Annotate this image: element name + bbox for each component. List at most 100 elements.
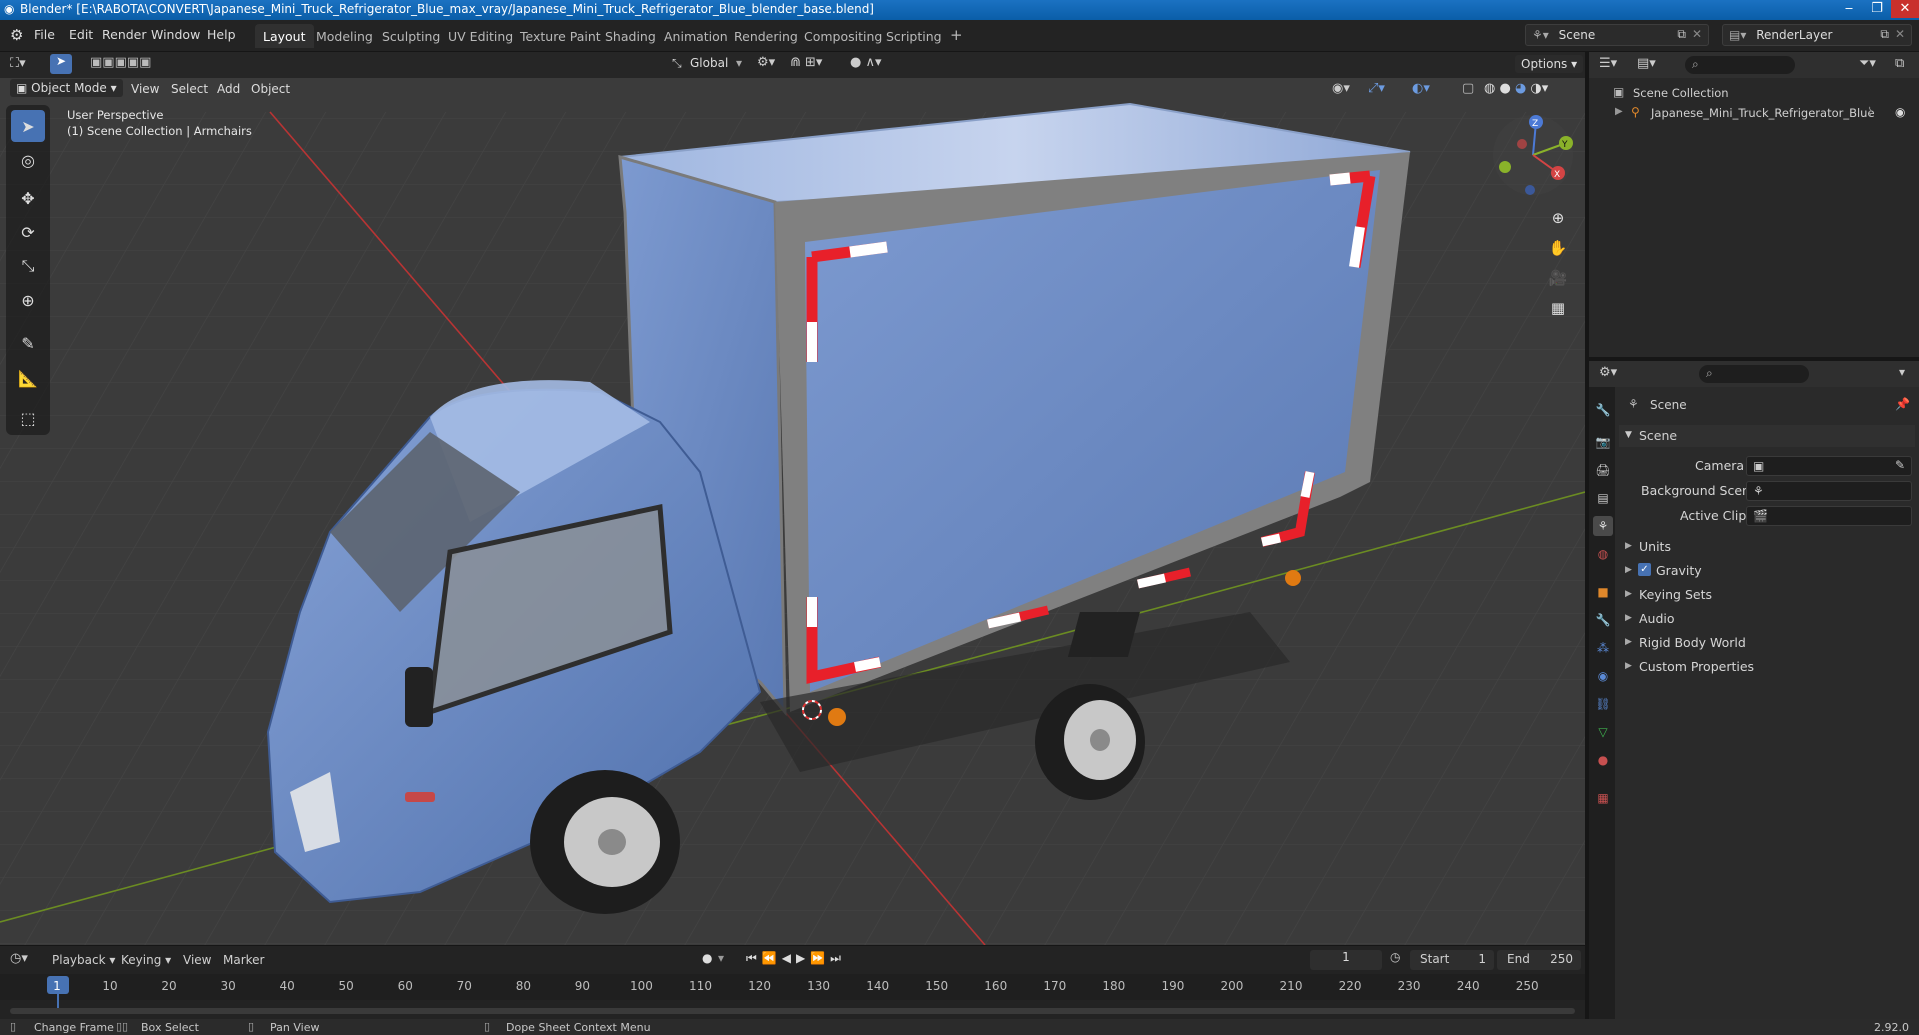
overlay-toggle-icon[interactable]: ◐▾ bbox=[1412, 81, 1430, 96]
close-button[interactable]: ✕ bbox=[1891, 0, 1919, 18]
outliner-scene-collection[interactable]: ▣ Scene Collection bbox=[1589, 84, 1919, 104]
scene-selector[interactable]: ⚘▾ Scene ⧉ ✕ bbox=[1525, 24, 1709, 46]
eye-icon[interactable]: ◉ bbox=[1895, 105, 1905, 119]
timeline-scrollbar[interactable] bbox=[10, 1008, 1575, 1014]
tab-modeling[interactable]: Modeling bbox=[308, 24, 381, 48]
properties-type-icon[interactable]: ⚙▾ bbox=[1599, 365, 1617, 380]
xray-icon[interactable]: ▢ bbox=[1462, 81, 1474, 96]
select-box-tool[interactable]: ➤ bbox=[11, 110, 45, 142]
proportional-edit-icon[interactable]: ● ∧▾ bbox=[850, 55, 882, 70]
measure-tool[interactable]: 📐 bbox=[11, 362, 45, 394]
modifier-tab-icon[interactable]: 🔧 bbox=[1593, 610, 1613, 630]
constraints-tab-icon[interactable]: ⛓ bbox=[1593, 694, 1613, 714]
selection-mode-icons[interactable]: ▣▣▣▣▣ bbox=[90, 55, 151, 70]
background-scene-field[interactable]: ⚘ bbox=[1746, 481, 1912, 501]
menu-marker[interactable]: Marker bbox=[223, 953, 264, 967]
blender-menu-icon[interactable]: ⚙ bbox=[10, 26, 23, 44]
menu-playback[interactable]: Playback ▾ bbox=[52, 953, 115, 967]
add-workspace-button[interactable]: + bbox=[942, 24, 971, 48]
snap-icon[interactable]: ⋒ ⊞▾ bbox=[790, 55, 822, 70]
menu-file[interactable]: File bbox=[34, 27, 55, 42]
current-frame-field[interactable]: 1 bbox=[1310, 950, 1382, 970]
object-tab-icon[interactable]: ■ bbox=[1593, 582, 1613, 602]
output-tab-icon[interactable]: 🖨 bbox=[1593, 460, 1613, 480]
menu-view[interactable]: View bbox=[131, 82, 159, 96]
tab-shading[interactable]: Shading bbox=[597, 24, 664, 48]
view-layer-tab-icon[interactable]: ▤ bbox=[1593, 488, 1613, 508]
record-icon[interactable]: ● bbox=[702, 951, 712, 965]
menu-object[interactable]: Object bbox=[251, 82, 290, 96]
transform-orientation-select[interactable]: Global bbox=[690, 56, 728, 70]
menu-help[interactable]: Help bbox=[207, 27, 236, 42]
maximize-button[interactable]: ❐ bbox=[1863, 0, 1891, 18]
mode-selector[interactable]: ▣ Object Mode ▾ bbox=[10, 79, 123, 97]
minimize-button[interactable]: ‒ bbox=[1835, 0, 1863, 18]
chevron-down-icon[interactable]: ▾ bbox=[1899, 365, 1905, 379]
outliner-type-icon[interactable]: ☰▾ bbox=[1599, 56, 1617, 71]
menu-select[interactable]: Select bbox=[171, 82, 208, 96]
3d-viewport[interactable]: ⛶▾ ➤ ▣▣▣▣▣ ⤡ Global ▾ ⚙▾ ⋒ ⊞▾ ● ∧▾ Optio… bbox=[0, 52, 1585, 945]
zoom-icon[interactable]: ⊕ bbox=[1543, 204, 1573, 232]
expand-arrow-icon[interactable]: ▶ bbox=[1615, 106, 1623, 117]
navigation-gizmo[interactable]: Z Y X bbox=[1488, 110, 1578, 200]
menu-edit[interactable]: Edit bbox=[69, 27, 93, 42]
tab-compositing[interactable]: Compositing bbox=[796, 24, 890, 48]
add-cube-tool[interactable]: ⬚ bbox=[11, 402, 45, 434]
camera-field[interactable]: ▣ ✎ bbox=[1746, 456, 1912, 476]
remove-icon[interactable]: ✕ bbox=[1692, 27, 1702, 41]
copy-icon[interactable]: ⧉ bbox=[1677, 27, 1686, 42]
outliner-item[interactable]: ▶ ⚲ Japanese_Mini_Truck_Refrigerator_Blu… bbox=[1589, 104, 1919, 124]
preview-range-icon[interactable]: ◷ bbox=[1390, 950, 1400, 964]
copy-icon[interactable]: ⧉ bbox=[1880, 27, 1889, 42]
pin-icon[interactable]: 📌 bbox=[1895, 397, 1910, 411]
tab-sculpting[interactable]: Sculpting bbox=[374, 24, 448, 48]
eyedropper-icon[interactable]: ✎ bbox=[1895, 458, 1905, 472]
tab-uv-editing[interactable]: UV Editing bbox=[440, 24, 521, 48]
remove-icon[interactable]: ✕ bbox=[1895, 27, 1905, 41]
scene-tab-icon[interactable]: ⚘ bbox=[1593, 516, 1613, 536]
menu-window[interactable]: Window bbox=[151, 27, 200, 42]
cursor-tool[interactable]: ◎ bbox=[11, 144, 45, 176]
active-clip-field[interactable]: 🎬 bbox=[1746, 506, 1912, 526]
menu-render[interactable]: Render bbox=[102, 27, 147, 42]
particles-tab-icon[interactable]: ⁂ bbox=[1593, 638, 1613, 658]
data-tab-icon[interactable]: ▽ bbox=[1593, 722, 1613, 742]
menu-add[interactable]: Add bbox=[217, 82, 240, 96]
visibility-icon[interactable]: ◉▾ bbox=[1332, 81, 1350, 96]
display-mode-icon[interactable]: ▤▾ bbox=[1637, 56, 1656, 71]
gizmo-toggle-icon[interactable]: ⤢▾ bbox=[1368, 81, 1385, 96]
clock-editor-icon[interactable]: ◷▾ bbox=[10, 951, 28, 966]
start-frame-field[interactable]: Start 1 bbox=[1410, 950, 1494, 970]
rotate-tool[interactable]: ⟳ bbox=[11, 216, 45, 248]
material-tab-icon[interactable]: ● bbox=[1593, 750, 1613, 770]
options-button[interactable]: Options ▾ bbox=[1515, 55, 1584, 73]
transform-tool[interactable]: ⊕ bbox=[11, 284, 45, 316]
new-collection-icon[interactable]: ⧉ bbox=[1895, 56, 1904, 71]
properties-search-input[interactable]: ⌕ bbox=[1699, 365, 1809, 383]
move-tool[interactable]: ✥ bbox=[11, 182, 45, 214]
outliner-search-input[interactable]: ⌕ bbox=[1685, 56, 1795, 74]
texture-tab-icon[interactable]: ▦ bbox=[1593, 788, 1613, 808]
pan-hand-icon[interactable]: ✋ bbox=[1543, 234, 1573, 262]
tab-animation[interactable]: Animation bbox=[656, 24, 736, 48]
render-tab-icon[interactable]: 📷 bbox=[1593, 432, 1613, 452]
filter-icon[interactable]: ⏷▾ bbox=[1859, 56, 1876, 71]
gravity-checkbox[interactable]: ✓ bbox=[1638, 563, 1651, 576]
shading-mode-icons[interactable]: ◍ ● ◕ ◑▾ bbox=[1484, 81, 1548, 96]
tab-layout[interactable]: Layout bbox=[255, 24, 314, 48]
camera-view-icon[interactable]: 🎥 bbox=[1543, 264, 1573, 292]
physics-tab-icon[interactable]: ◉ bbox=[1593, 666, 1613, 686]
tab-scripting[interactable]: Scripting bbox=[878, 24, 950, 48]
playback-controls[interactable]: ⏮⏪◀▶⏩⏭ bbox=[746, 951, 846, 966]
tool-tab-icon[interactable]: 🔧 bbox=[1593, 400, 1613, 420]
tab-rendering[interactable]: Rendering bbox=[726, 24, 806, 48]
end-frame-field[interactable]: End 250 bbox=[1497, 950, 1581, 970]
menu-keying[interactable]: Keying ▾ bbox=[121, 953, 171, 967]
scale-tool[interactable]: ⤡ bbox=[11, 250, 45, 282]
menu-timeline-view[interactable]: View bbox=[183, 953, 211, 967]
perspective-grid-icon[interactable]: ▦ bbox=[1543, 294, 1573, 322]
select-tool-icon[interactable]: ➤ bbox=[50, 54, 72, 74]
editor-type-icon[interactable]: ⛶▾ bbox=[10, 56, 26, 71]
world-tab-icon[interactable]: ◍ bbox=[1593, 544, 1613, 564]
renderlayer-selector[interactable]: ▤▾ RenderLayer ⧉ ✕ bbox=[1722, 24, 1912, 46]
